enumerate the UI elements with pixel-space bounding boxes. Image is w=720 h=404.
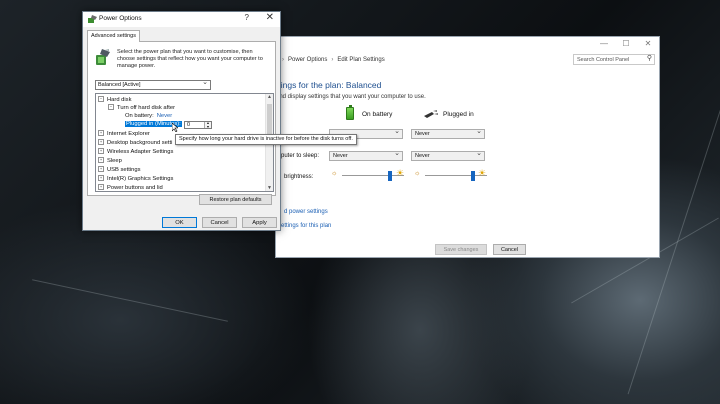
close-icon[interactable]: ✕ <box>637 37 659 53</box>
tree-item-usb-settings[interactable]: + USB settings <box>98 166 141 173</box>
restore-plan-defaults-button[interactable]: Restore plan defaults <box>199 194 272 205</box>
tree-item-wireless-adapter[interactable]: + Wireless Adapter Settings <box>98 148 173 155</box>
tree-item-label: Turn off hard disk after <box>117 105 175 111</box>
tree-item-label: Intel(R) Graphics Settings <box>107 176 174 182</box>
tab-advanced-settings[interactable]: Advanced settings <box>87 30 140 42</box>
stepper-arrows-icon[interactable]: ▲ ▼ <box>204 121 211 128</box>
tree-item-label: Internet Explorer <box>107 131 150 137</box>
page-subtitle: and display settings that you want your … <box>276 94 426 100</box>
brightness-battery-slider[interactable] <box>342 171 404 181</box>
cancel-button[interactable]: Cancel <box>202 217 237 228</box>
breadcrumb-edit-plan-settings[interactable]: Edit Plan Settings <box>337 57 384 63</box>
slider-track <box>342 175 404 176</box>
tree-item-label: Sleep <box>107 158 122 164</box>
tree-item-power-buttons[interactable]: + Power buttons and lid <box>98 184 163 191</box>
sleep-plugged-select[interactable]: Never <box>411 149 485 161</box>
tree-item-on-battery[interactable]: On battery: Never <box>125 113 172 119</box>
tree-item-label: USB settings <box>107 167 141 173</box>
slider-thumb[interactable] <box>388 171 392 181</box>
sleep-row-label: mputer to sleep: <box>276 153 320 159</box>
slider-thumb[interactable] <box>471 171 475 181</box>
plugged-in-minutes-stepper[interactable]: 0 ▲ ▼ <box>184 121 212 129</box>
cp-cancel-button[interactable]: Cancel <box>493 244 526 255</box>
maximize-icon[interactable]: ☐ <box>615 37 637 53</box>
expand-icon[interactable]: + <box>98 166 104 172</box>
search-icon[interactable]: ⚲ <box>647 54 652 64</box>
on-battery-value[interactable]: Never <box>157 113 172 119</box>
tree-item-desktop-background[interactable]: + Desktop background setti <box>98 139 172 146</box>
dialog-description: Select the power plan that you want to c… <box>117 49 263 69</box>
address-bar: › Power Options › Edit Plan Settings Sea… <box>276 53 659 67</box>
breadcrumb: › Power Options › Edit Plan Settings <box>276 57 385 63</box>
minimize-icon[interactable]: — <box>593 37 615 53</box>
change-advanced-settings-link[interactable]: d power settings <box>284 209 328 215</box>
search-placeholder: Search Control Panel <box>577 57 630 63</box>
column-on-battery: On battery <box>362 111 393 118</box>
tooltip: Specify how long your hard drive is inac… <box>175 134 357 145</box>
column-plugged-in: Plugged in <box>443 111 474 118</box>
tree-item-label: Power buttons and lid <box>107 185 163 191</box>
battery-icon <box>346 105 354 120</box>
page-title: ttings for the plan: Balanced <box>276 80 382 90</box>
power-plan-icon <box>96 49 110 65</box>
brightness-dim-icon: ☼ <box>331 170 338 177</box>
collapse-icon[interactable]: − <box>98 96 104 102</box>
help-icon[interactable]: ? <box>245 13 249 22</box>
scroll-up-icon[interactable]: ▲ <box>266 94 273 100</box>
expand-icon[interactable]: + <box>98 130 104 136</box>
stepper-value: 0 <box>187 122 191 128</box>
breadcrumb-power-options[interactable]: Power Options <box>288 57 327 63</box>
scrollbar-thumb[interactable] <box>267 104 272 138</box>
breadcrumb-separator: › <box>282 57 284 63</box>
restore-defaults-link[interactable]: ettings for this plan <box>281 223 331 229</box>
expand-icon[interactable]: + <box>98 184 104 190</box>
tree-item-turn-off-hard-disk[interactable]: − Turn off hard disk after <box>108 104 175 111</box>
tree-item-label: Hard disk <box>107 97 132 103</box>
power-plan-select[interactable]: Balanced [Active] <box>95 78 211 90</box>
dialog-title-bar[interactable]: Power Options ? ✕ <box>83 12 280 27</box>
expand-icon[interactable]: + <box>98 148 104 154</box>
expand-icon[interactable]: + <box>98 157 104 163</box>
power-options-icon <box>88 15 97 23</box>
close-icon[interactable]: ✕ <box>266 12 274 23</box>
advanced-settings-panel: Select the power plan that you want to c… <box>87 41 276 205</box>
brightness-dim-icon: ☼ <box>414 170 421 177</box>
search-input[interactable]: Search Control Panel ⚲ <box>573 54 655 65</box>
window-caption-buttons: — ☐ ✕ <box>559 37 659 53</box>
tree-item-intel-graphics[interactable]: + Intel(R) Graphics Settings <box>98 175 173 182</box>
display-plugged-select[interactable]: Never <box>411 127 485 139</box>
mouse-cursor-icon <box>172 123 178 132</box>
desktop-decor-line <box>32 279 228 322</box>
tree-item-sleep[interactable]: + Sleep <box>98 157 122 164</box>
on-battery-label: On battery: <box>125 113 154 119</box>
ok-button[interactable]: OK <box>162 217 197 228</box>
expand-icon[interactable]: + <box>98 139 104 145</box>
brightness-bright-icon: ☀ <box>478 168 487 178</box>
control-panel-window: — ☐ ✕ › Power Options › Edit Plan Settin… <box>275 36 660 258</box>
plug-icon <box>424 110 438 118</box>
apply-button[interactable]: Apply <box>242 217 277 228</box>
brightness-label: brightness: <box>284 174 314 180</box>
collapse-icon[interactable]: − <box>108 104 114 110</box>
brightness-bright-icon: ☀ <box>396 168 405 178</box>
power-options-dialog: Power Options ? ✕ Advanced settings Sele… <box>82 11 281 231</box>
tree-item-hard-disk[interactable]: − Hard disk <box>98 96 131 103</box>
expand-icon[interactable]: + <box>98 175 104 181</box>
sleep-battery-select[interactable]: Never <box>329 149 403 161</box>
scroll-down-icon[interactable]: ▼ <box>266 185 273 191</box>
dialog-title: Power Options <box>99 15 142 22</box>
save-changes-button[interactable]: Save changes <box>435 244 487 255</box>
breadcrumb-separator: › <box>331 57 334 63</box>
tree-item-label: Wireless Adapter Settings <box>107 149 174 155</box>
tree-item-label: Desktop background setti <box>107 140 173 146</box>
tree-item-internet-explorer[interactable]: + Internet Explorer <box>98 130 150 137</box>
